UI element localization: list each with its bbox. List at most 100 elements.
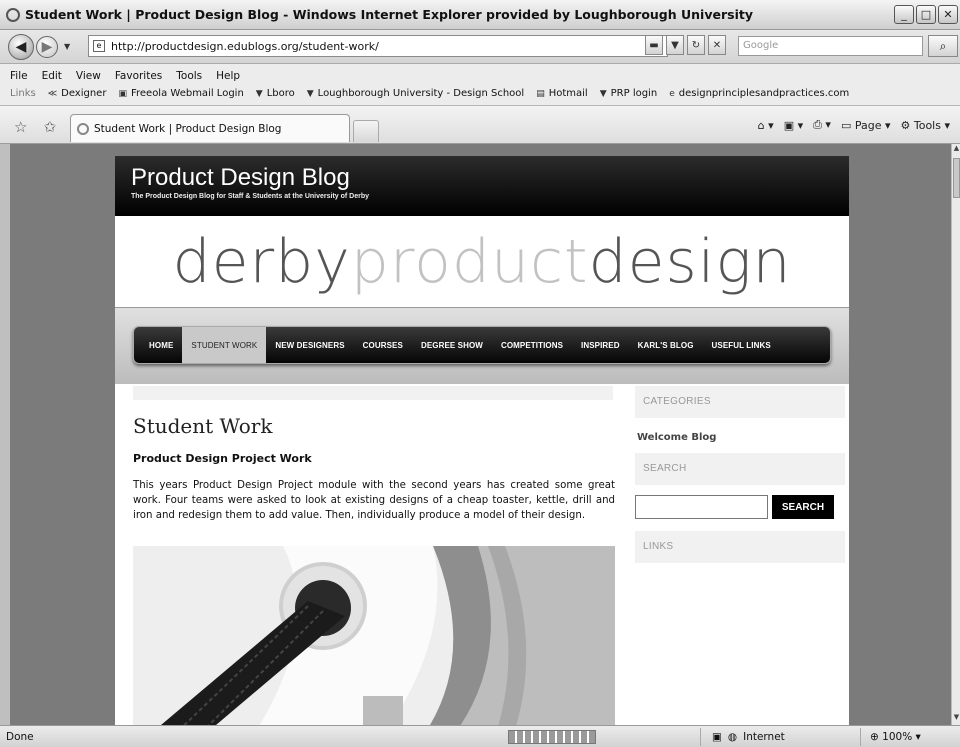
nav-useful-links[interactable]: USEFUL LINKS [703, 327, 780, 363]
feeds-icon[interactable]: ▣ ▾ [784, 119, 803, 132]
feed-icon[interactable]: ▬ [645, 35, 663, 55]
link-prp-login[interactable]: ▼ PRP login [600, 88, 657, 99]
address-dropdown-button[interactable]: ▼ [666, 35, 684, 55]
stop-button[interactable]: ✕ [708, 35, 726, 55]
link-label: Hotmail [548, 88, 588, 99]
blog-page: Product Design Blog The Product Design B… [115, 156, 849, 725]
banner-word-product: product [350, 226, 589, 297]
nav-student-work[interactable]: STUDENT WORK [182, 327, 267, 363]
address-tools: ▬ ▼ ↻ ✕ [645, 35, 726, 55]
protected-mode-icon: ▣ [712, 731, 722, 743]
page-menu-label: Page [854, 118, 882, 132]
zoom-dropdown-icon: ▾ [915, 731, 921, 743]
post-title: Student Work [133, 414, 273, 438]
security-zone[interactable]: ▣ ◍ Internet [712, 731, 785, 743]
forward-button[interactable]: ▶ [36, 35, 58, 58]
zoom-level: 100% [882, 731, 913, 743]
sidebar: CATEGORIES Welcome Blog SEARCH SEARCH LI… [635, 386, 845, 563]
sidebar-search-button[interactable]: SEARCH [772, 495, 834, 519]
post-image [133, 546, 615, 725]
tab-student-work[interactable]: Student Work | Product Design Blog [70, 114, 350, 142]
favorites-star-icon[interactable]: ☆ [14, 118, 27, 136]
window-controls: _ □ ✕ [894, 5, 958, 24]
link-lboro-design[interactable]: ▼ Loughborough University - Design School [307, 88, 524, 99]
menu-view[interactable]: View [76, 70, 101, 82]
vertical-scrollbar[interactable]: ▲ ▼ [951, 144, 960, 725]
nav-home[interactable]: HOME [140, 327, 182, 363]
sidebar-search-input[interactable] [635, 495, 768, 519]
site-banner-logo: derby product design [115, 216, 849, 308]
banner-word-design: design [588, 226, 792, 297]
nav-competitions[interactable]: COMPETITIONS [492, 327, 572, 363]
favorites-icons: ☆ ✩ [14, 118, 56, 136]
nav-karls-blog[interactable]: KARL'S BLOG [629, 327, 703, 363]
magnifier-icon: ⌕ [939, 38, 947, 53]
nav-inspired[interactable]: INSPIRED [572, 327, 629, 363]
link-freeola[interactable]: ▣ Freeola Webmail Login [118, 88, 243, 99]
tools-gear-icon: ⚙ [900, 118, 914, 132]
link-designprinciples[interactable]: e designprinciplesandpractices.com [669, 88, 849, 99]
link-hotmail[interactable]: ▤ Hotmail [536, 88, 588, 99]
zoom-control[interactable]: ⊕ 100% ▾ [870, 731, 921, 743]
forward-arrow-icon: ▶ [41, 38, 53, 55]
menu-edit[interactable]: Edit [42, 70, 62, 82]
page-icon: e [669, 88, 675, 99]
new-tab-button[interactable] [353, 120, 379, 142]
dexigner-icon: ≪ [47, 88, 58, 99]
command-bar: ⌂ ▾ ▣ ▾ ⎙ ▾ ▭ Page ▾ ⚙ Tools ▾ [758, 118, 950, 132]
site-header: Product Design Blog The Product Design B… [115, 156, 849, 216]
zone-label: Internet [743, 731, 785, 743]
tools-menu[interactable]: ⚙ Tools ▾ [901, 119, 951, 132]
webmail-icon: ▣ [118, 88, 127, 99]
category-link-welcome-blog[interactable]: Welcome Blog [635, 418, 845, 453]
window-title: Student Work | Product Design Blog - Win… [25, 7, 753, 22]
maximize-button[interactable]: □ [916, 5, 936, 24]
site-title[interactable]: Product Design Blog [131, 164, 350, 192]
scroll-down-icon[interactable]: ▼ [952, 713, 960, 725]
nav-courses[interactable]: COURSES [354, 327, 412, 363]
links-label: Links [10, 88, 36, 99]
link-label: PRP login [610, 88, 658, 99]
sidebar-search: SEARCH [635, 495, 845, 519]
scroll-thumb[interactable] [953, 158, 960, 198]
categories-heading: CATEGORIES [635, 386, 845, 418]
scroll-up-icon[interactable]: ▲ [952, 144, 960, 156]
address-bar[interactable]: e http://productdesign.edublogs.org/stud… [88, 35, 668, 57]
page-menu[interactable]: ▭ Page ▾ [841, 119, 891, 132]
add-favorites-icon[interactable]: ✩ [43, 118, 56, 136]
menu-help[interactable]: Help [216, 70, 240, 82]
loading-icon [77, 122, 89, 135]
search-heading: SEARCH [635, 453, 845, 485]
product-photo [133, 546, 615, 725]
link-dexigner[interactable]: ≪ Dexigner [48, 88, 107, 99]
back-arrow-icon: ◀ [15, 38, 27, 55]
link-label: Lboro [266, 88, 295, 99]
nav-wrapper: HOME STUDENT WORK NEW DESIGNERS COURSES … [115, 308, 849, 384]
history-dropdown-icon[interactable]: ▼ [64, 42, 70, 51]
status-text: Done [6, 731, 34, 743]
menu-tools[interactable]: Tools [176, 70, 202, 82]
search-input[interactable]: Google [738, 36, 923, 56]
links-heading: LINKS [635, 531, 845, 563]
progress-bar [508, 730, 596, 744]
link-label: Loughborough University - Design School [317, 88, 525, 99]
link-lboro[interactable]: ▼ Lboro [256, 88, 295, 99]
navigation-bar: ◀ ▶ ▼ e http://productdesign.edublogs.or… [0, 30, 960, 64]
menu-favorites[interactable]: Favorites [115, 70, 162, 82]
refresh-button[interactable]: ↻ [687, 35, 705, 55]
home-icon[interactable]: ⌂ ▾ [758, 119, 774, 132]
hotmail-icon: ▤ [536, 88, 545, 99]
minimize-button[interactable]: _ [894, 5, 914, 24]
lboro-icon: ▼ [306, 88, 314, 99]
nav-new-designers[interactable]: NEW DESIGNERS [266, 327, 353, 363]
link-label: Dexigner [61, 88, 107, 99]
nav-degree-show[interactable]: DEGREE SHOW [412, 327, 492, 363]
address-url[interactable]: http://productdesign.edublogs.org/studen… [111, 40, 379, 53]
page-viewport[interactable]: Product Design Blog The Product Design B… [10, 144, 951, 725]
tab-label: Student Work | Product Design Blog [94, 122, 282, 135]
back-button[interactable]: ◀ [8, 33, 34, 60]
search-go-button[interactable]: ⌕ [928, 35, 958, 57]
menu-file[interactable]: File [10, 70, 28, 82]
print-icon[interactable]: ⎙ ▾ [813, 118, 831, 132]
close-button[interactable]: ✕ [938, 5, 958, 24]
